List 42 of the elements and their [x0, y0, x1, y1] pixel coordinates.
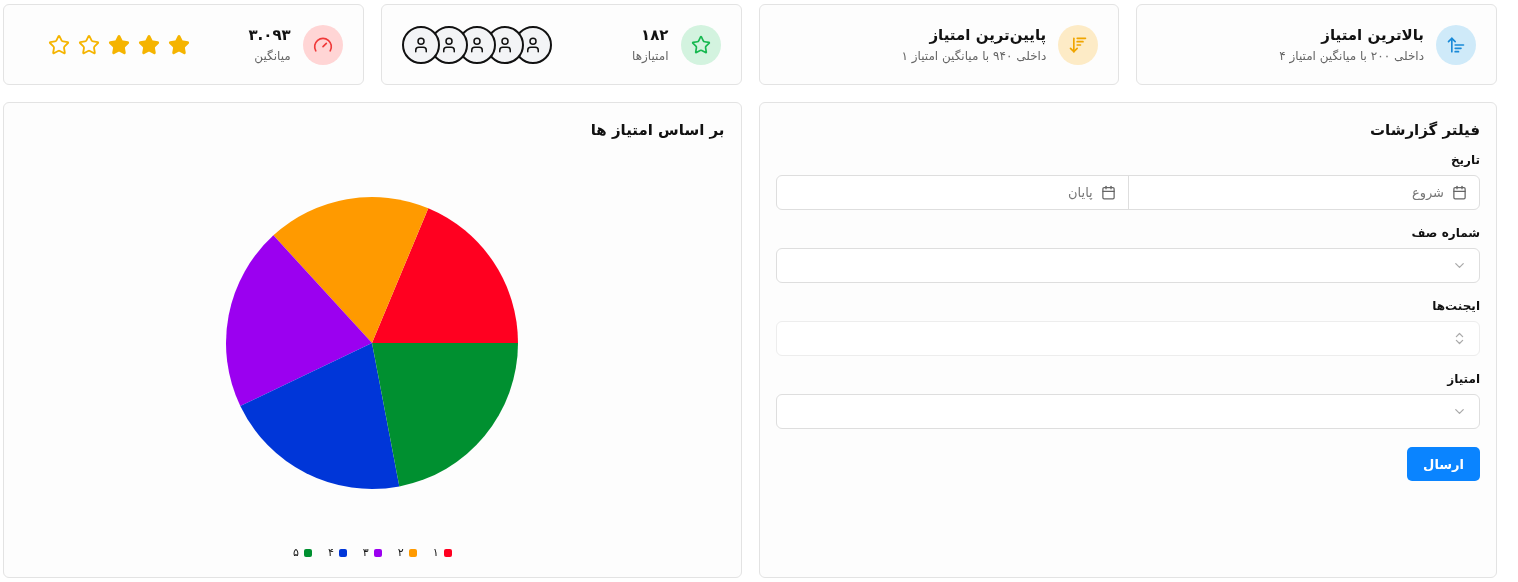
select-field[interactable]	[775, 321, 1480, 356]
field-label: امتیاز	[1447, 372, 1480, 386]
sort-up-icon	[1436, 24, 1476, 65]
calendar-icon	[1100, 185, 1116, 200]
submit-button[interactable]: ارسال	[1407, 447, 1480, 481]
field-label: ایجنت‌ها	[1432, 299, 1480, 313]
stat-title: ۱۸۲	[641, 26, 669, 44]
legend-swatch	[338, 548, 347, 557]
legend-label: ۴	[327, 546, 334, 559]
stat-subtitle: داخلی ۹۴۰ با میانگین امتیاز ۱	[901, 49, 1047, 63]
end-date-input[interactable]: پایان	[994, 184, 1095, 201]
start-date-input[interactable]: شروع	[1346, 184, 1446, 201]
star-icon	[168, 33, 190, 56]
panel-title: فیلتر گزارشات	[1369, 121, 1480, 139]
stat-subtitle: امتیازها	[632, 49, 669, 63]
stat-title: ۳.۰۹۳	[248, 26, 291, 44]
avatar-icon	[401, 25, 440, 64]
star-icon	[78, 33, 100, 56]
legend-swatch	[443, 548, 452, 557]
gauge-icon	[302, 24, 343, 65]
select-field[interactable]	[775, 248, 1480, 283]
stat-subtitle: میانگین	[254, 49, 291, 63]
legend-label: ۳	[362, 546, 369, 559]
calendar-icon	[1452, 185, 1467, 200]
field-label: تاریخ	[1450, 153, 1480, 167]
stat-title: پایین‌ترین امتیاز	[929, 26, 1047, 44]
legend-label: ۱	[432, 546, 439, 559]
date-range-field[interactable]: شروع پایان	[775, 175, 1480, 210]
legend-swatch	[373, 548, 382, 557]
legend-label: ۵	[292, 546, 299, 559]
chart-title: بر اساس امتیاز ها	[590, 121, 725, 139]
legend-swatch	[303, 548, 312, 557]
star-icon	[108, 33, 130, 56]
legend-label: ۲	[397, 546, 404, 559]
stat-subtitle: داخلی ۲۰۰ با میانگین امتیاز ۴	[1279, 49, 1424, 63]
star-icon	[48, 33, 70, 56]
legend-swatch	[408, 548, 417, 557]
select-field[interactable]	[775, 394, 1480, 429]
star-icon	[138, 33, 160, 56]
sort-down-icon	[1058, 24, 1099, 65]
stat-title: بالاترین امتیاز	[1321, 26, 1424, 44]
field-label: شماره صف	[1411, 226, 1480, 240]
